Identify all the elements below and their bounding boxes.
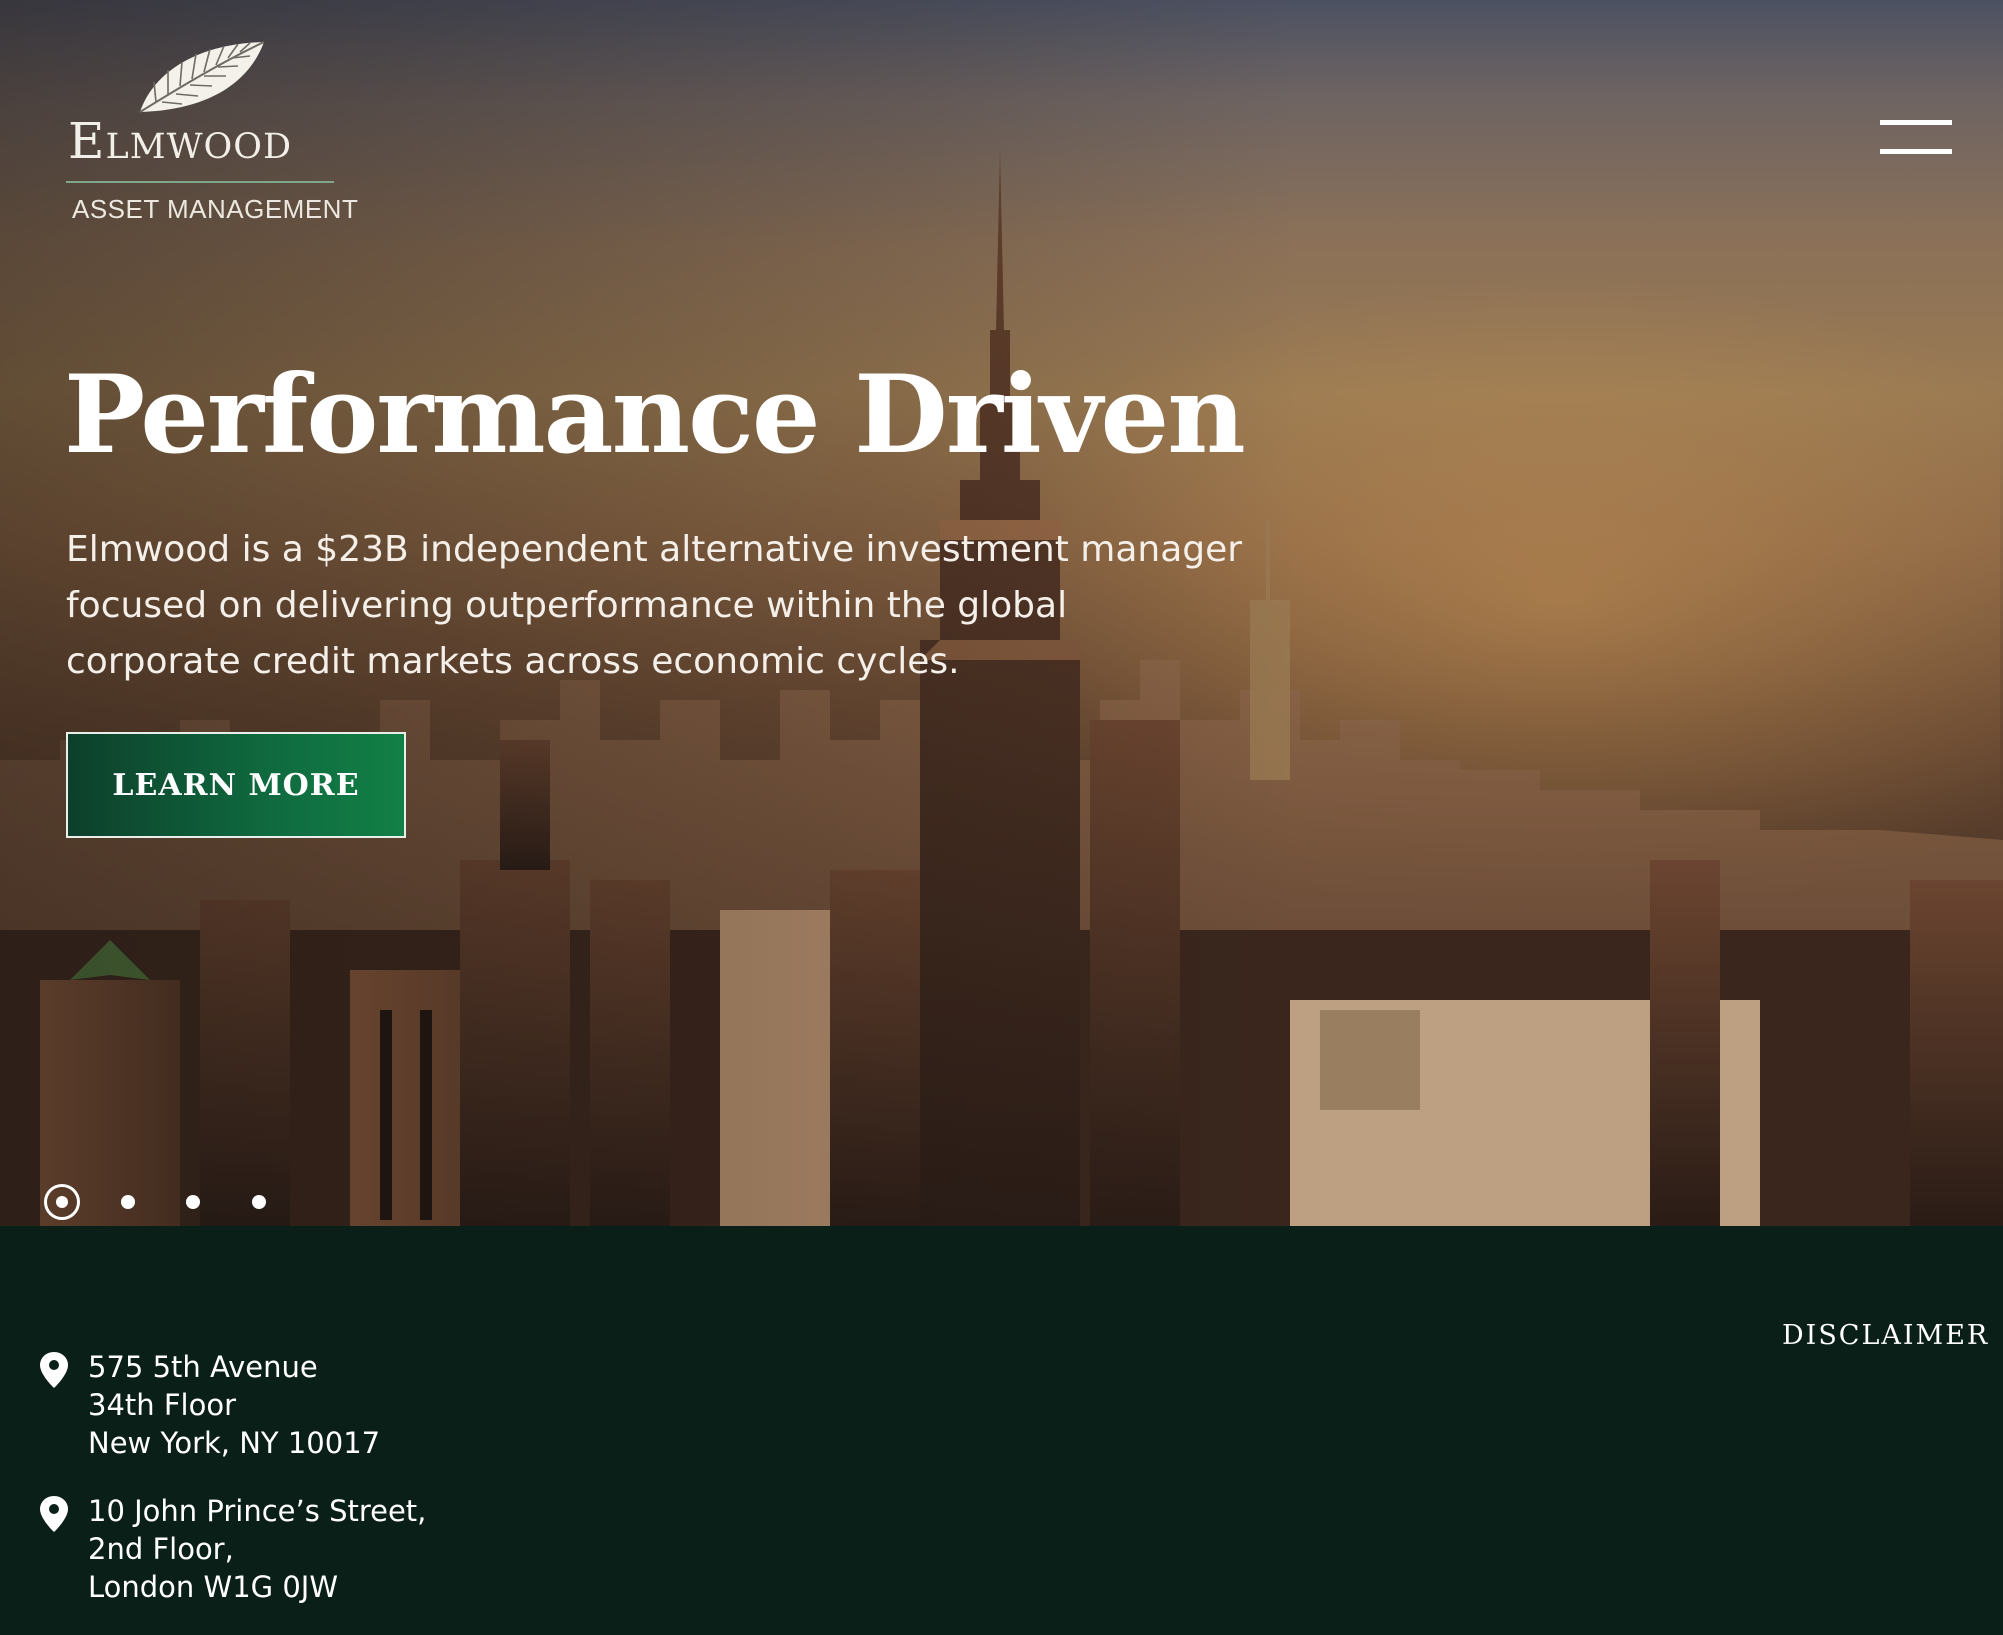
menu-bar-top [1880,120,1952,125]
address-line: 10 John Prince’s Street, [88,1494,427,1528]
address-line: 575 5th Avenue [88,1350,318,1384]
learn-more-button[interactable]: LEARN MORE [66,732,406,838]
brand-tagline: ASSET MANAGEMENT [72,194,359,224]
slide-dot-4[interactable] [252,1195,266,1209]
hero-banner: Elmwood ASSET MANAGEMENT Performance Dri… [0,0,2003,1226]
slide-dot-3[interactable] [186,1195,200,1209]
leaf-icon [139,41,265,113]
menu-bar-bottom [1880,149,1952,154]
address-lines: 10 John Prince’s Street, 2nd Floor, Lond… [88,1492,426,1606]
disclaimer-link[interactable]: DISCLAIMER [1782,1320,1989,1351]
slide-dot-1[interactable] [44,1184,80,1220]
address-lines: 575 5th Avenue 34th Floor New York, NY 1… [88,1348,380,1462]
hero-intro-text: Elmwood is a $23B independent alternativ… [66,529,1243,682]
address-line: 34th Floor [88,1388,237,1422]
location-pin-icon [40,1352,68,1388]
location-pin-icon [40,1496,68,1532]
address-line: New York, NY 10017 [88,1426,381,1460]
brand-name: Elmwood [68,112,293,170]
address-line: London W1G 0JW [88,1570,339,1604]
site-footer: 575 5th Avenue 34th Floor New York, NY 1… [0,1226,2003,1635]
logo-divider [66,181,334,183]
address-line: 2nd Floor, [88,1532,234,1566]
hamburger-menu-icon[interactable] [1880,120,1952,156]
slide-dot-2[interactable] [121,1195,135,1209]
hero-headline: Performance Driven [64,352,1246,478]
